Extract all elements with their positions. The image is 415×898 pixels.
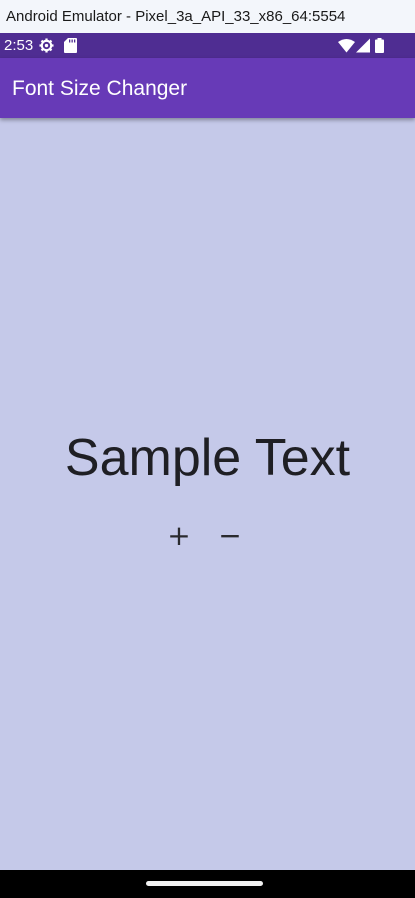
battery-icon	[375, 38, 384, 53]
app-title: Font Size Changer	[12, 77, 188, 100]
sample-text: Sample Text	[64, 429, 351, 487]
emulator-window-title: Android Emulator - Pixel_3a_API_33_x86_6…	[0, 0, 415, 33]
status-bar: 2:53	[0, 33, 415, 58]
settings-gear-icon	[39, 38, 54, 53]
main-content: Sample Text + −	[0, 118, 415, 870]
wifi-icon	[338, 39, 355, 53]
cell-signal-icon	[356, 38, 370, 53]
home-gesture-handle[interactable]	[146, 881, 263, 886]
decrease-font-button[interactable]: −	[210, 518, 250, 554]
font-size-controls: + −	[0, 518, 415, 554]
increase-font-button[interactable]: +	[159, 518, 199, 554]
sd-card-icon	[64, 38, 77, 53]
app-bar: Font Size Changer	[0, 58, 415, 118]
status-time: 2:53	[4, 37, 34, 54]
navigation-bar	[0, 870, 415, 898]
